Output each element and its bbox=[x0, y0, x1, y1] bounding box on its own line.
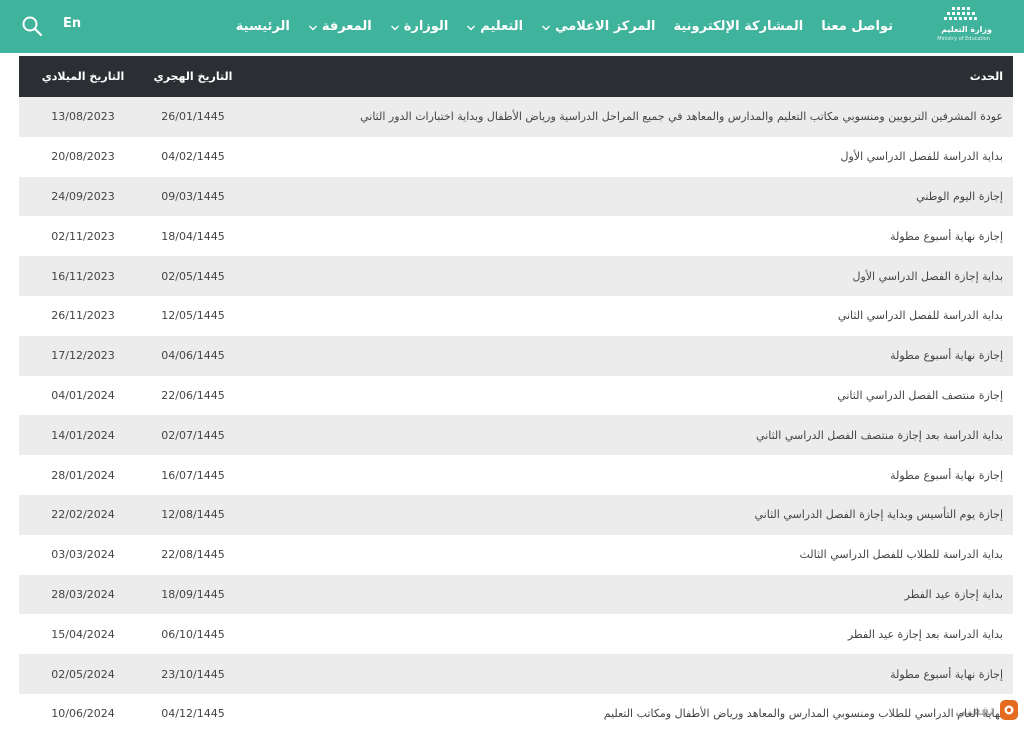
hijri-date-cell: 02/05/1445 bbox=[147, 256, 239, 296]
nav-item[interactable]: المركز الاعلامي bbox=[532, 19, 664, 34]
table-row: 04/01/2024 22/06/1445 إجازة منتصف الفصل ال… bbox=[19, 375, 1013, 416]
search-icon[interactable] bbox=[21, 15, 43, 37]
gregorian-date-cell: 13/08/2023 bbox=[19, 97, 147, 137]
hijri-date-cell: 04/02/1445 bbox=[147, 136, 239, 177]
gregorian-date-cell: 03/03/2024 bbox=[19, 534, 147, 575]
logo-title: وزارة التعليم bbox=[941, 25, 992, 34]
nav-item-label: التعليم bbox=[480, 19, 524, 34]
gregorian-date-cell: 24/09/2023 bbox=[19, 176, 147, 217]
gregorian-date-cell: 20/08/2023 bbox=[19, 136, 147, 177]
event-cell: إجازة نهاية أسبوع مطولة bbox=[239, 455, 1013, 495]
chevron-down-icon bbox=[308, 22, 318, 32]
watermark-logo-icon bbox=[998, 696, 1020, 726]
hijri-date-cell: 16/07/1445 bbox=[147, 455, 239, 495]
gregorian-date-cell: 28/03/2024 bbox=[19, 574, 147, 615]
event-cell: إجازة يوم التأسيس وبداية إجازة الفصل الد… bbox=[239, 494, 1013, 535]
gregorian-date-cell: 02/11/2023 bbox=[19, 216, 147, 257]
event-cell: عودة المشرفين التربويين ومنسوبي مكاتب ال… bbox=[239, 97, 1013, 137]
gregorian-date-cell: 15/04/2024 bbox=[19, 614, 147, 655]
table-row: 02/05/2024 23/10/1445 إجازة نهاية أسبوع مط… bbox=[19, 654, 1013, 694]
nav-item[interactable]: الوزارة bbox=[381, 19, 458, 34]
chevron-down-icon bbox=[541, 22, 551, 32]
table-row: 20/08/2023 04/02/1445 بداية الدراسة للفصل … bbox=[19, 136, 1013, 177]
table-row: 28/03/2024 18/09/1445 بداية إجازة عيد الفط… bbox=[19, 574, 1013, 615]
nav-item[interactable]: المشاركة الإلكترونية bbox=[664, 19, 812, 34]
header-gregorian[interactable]: التاريخ الميلادي bbox=[19, 56, 147, 97]
gregorian-date-cell: 28/01/2024 bbox=[19, 455, 147, 495]
event-cell: بداية الدراسة بعد إجازة عيد الفطر bbox=[239, 614, 1013, 655]
gregorian-date-cell: 14/01/2024 bbox=[19, 415, 147, 456]
table-row: 24/09/2023 09/03/1445 إجازة اليوم الوطني bbox=[19, 176, 1013, 217]
gregorian-date-cell: 02/05/2024 bbox=[19, 654, 147, 694]
chevron-down-icon bbox=[390, 22, 400, 32]
hijri-date-cell: 09/03/1445 bbox=[147, 176, 239, 217]
table-row: 03/03/2024 22/08/1445 بداية الدراسة للطلاب… bbox=[19, 534, 1013, 575]
event-cell: بداية إجازة الفصل الدراسي الأول bbox=[239, 256, 1013, 296]
gregorian-date-cell: 04/01/2024 bbox=[19, 375, 147, 416]
table-row: 22/02/2024 12/08/1445 إجازة يوم التأسيس وب… bbox=[19, 494, 1013, 535]
nav-item-label: المشاركة الإلكترونية bbox=[673, 19, 804, 34]
watermark-text: ثقفني bbox=[955, 704, 994, 718]
event-cell: إجازة منتصف الفصل الدراسي الثاني bbox=[239, 375, 1013, 416]
nav-item[interactable]: الرئيسية bbox=[227, 19, 299, 34]
hijri-date-cell: 02/07/1445 bbox=[147, 415, 239, 456]
hijri-date-cell: 18/09/1445 bbox=[147, 574, 239, 615]
event-cell: بداية الدراسة للطلاب للفصل الدراسي الثال… bbox=[239, 534, 1013, 575]
event-cell: بداية إجازة عيد الفطر bbox=[239, 574, 1013, 615]
logo-subtitle: Ministry of Education bbox=[937, 36, 990, 42]
table-row: 13/08/2023 26/01/1445 عودة المشرفين التربو… bbox=[19, 97, 1013, 137]
event-cell: بداية الدراسة بعد إجازة منتصف الفصل الدر… bbox=[239, 415, 1013, 456]
nav-item-label: المركز الاعلامي bbox=[555, 19, 656, 34]
hijri-date-cell: 06/10/1445 bbox=[147, 614, 239, 655]
table-row: 02/11/2023 18/04/1445 إجازة نهاية أسبوع مط… bbox=[19, 216, 1013, 257]
hijri-date-cell: 04/12/1445 bbox=[147, 693, 239, 734]
hijri-date-cell: 22/06/1445 bbox=[147, 375, 239, 416]
header-hijri[interactable]: التاريخ الهجري bbox=[147, 56, 239, 97]
language-toggle[interactable]: En bbox=[63, 16, 81, 31]
nav-item[interactable]: تواصل معنا bbox=[812, 19, 902, 34]
hijri-date-cell: 18/04/1445 bbox=[147, 216, 239, 257]
watermark: ثقفني bbox=[955, 696, 1020, 726]
hijri-date-cell: 12/05/1445 bbox=[147, 295, 239, 336]
table-row: 14/01/2024 02/07/1445 بداية الدراسة بعد إج… bbox=[19, 415, 1013, 456]
main-nav: الرئيسية المعرفة الوزارة التعليم المركز الاع… bbox=[227, 0, 902, 53]
table-row: 16/11/2023 02/05/1445 بداية إجازة الفصل ال… bbox=[19, 256, 1013, 296]
chevron-down-icon bbox=[466, 22, 476, 32]
nav-item-label: الوزارة bbox=[403, 19, 449, 34]
hijri-date-cell: 23/10/1445 bbox=[147, 654, 239, 694]
hijri-date-cell: 22/08/1445 bbox=[147, 534, 239, 575]
ministry-logo[interactable]: وزارة التعليم Ministry of Education bbox=[926, 5, 994, 45]
event-cell: بداية الدراسة للفصل الدراسي الأول bbox=[239, 136, 1013, 177]
gregorian-date-cell: 26/11/2023 bbox=[19, 295, 147, 336]
gregorian-date-cell: 16/11/2023 bbox=[19, 256, 147, 296]
table-row: 26/11/2023 12/05/1445 بداية الدراسة للفصل … bbox=[19, 295, 1013, 336]
event-cell: إجازة نهاية أسبوع مطولة bbox=[239, 654, 1013, 694]
hijri-date-cell: 04/06/1445 bbox=[147, 335, 239, 376]
table-row: 28/01/2024 16/07/1445 إجازة نهاية أسبوع مط… bbox=[19, 455, 1013, 495]
nav-item-label: تواصل معنا bbox=[821, 19, 893, 34]
event-cell: إجازة نهاية أسبوع مطولة bbox=[239, 335, 1013, 376]
table-row: 15/04/2024 06/10/1445 بداية الدراسة بعد إج… bbox=[19, 614, 1013, 655]
nav-item-label: الرئيسية bbox=[235, 19, 290, 34]
top-navbar: En الرئيسية المعرفة الوزارة التعليم المركز ا… bbox=[0, 0, 1024, 53]
calendar-table: التاريخ الميلادي التاريخ الهجري الحدث 13… bbox=[19, 56, 1013, 734]
gregorian-date-cell: 17/12/2023 bbox=[19, 335, 147, 376]
hijri-date-cell: 26/01/1445 bbox=[147, 97, 239, 137]
event-cell: بداية الدراسة للفصل الدراسي الثاني bbox=[239, 295, 1013, 336]
event-cell: نهاية العام الدراسي للطلاب ومنسوبي المدا… bbox=[239, 693, 1013, 734]
table-header-row: التاريخ الميلادي التاريخ الهجري الحدث bbox=[19, 56, 1013, 97]
nav-item[interactable]: المعرفة bbox=[299, 19, 381, 34]
event-cell: إجازة نهاية أسبوع مطولة bbox=[239, 216, 1013, 257]
event-cell: إجازة اليوم الوطني bbox=[239, 176, 1013, 217]
header-event[interactable]: الحدث bbox=[239, 56, 1013, 97]
table-row: 10/06/2024 04/12/1445 نهاية العام الدراسي … bbox=[19, 693, 1013, 734]
gregorian-date-cell: 10/06/2024 bbox=[19, 693, 147, 734]
hijri-date-cell: 12/08/1445 bbox=[147, 494, 239, 535]
gregorian-date-cell: 22/02/2024 bbox=[19, 494, 147, 535]
nav-item[interactable]: التعليم bbox=[457, 19, 532, 34]
table-row: 17/12/2023 04/06/1445 إجازة نهاية أسبوع مط… bbox=[19, 335, 1013, 376]
nav-item-label: المعرفة bbox=[321, 19, 372, 34]
